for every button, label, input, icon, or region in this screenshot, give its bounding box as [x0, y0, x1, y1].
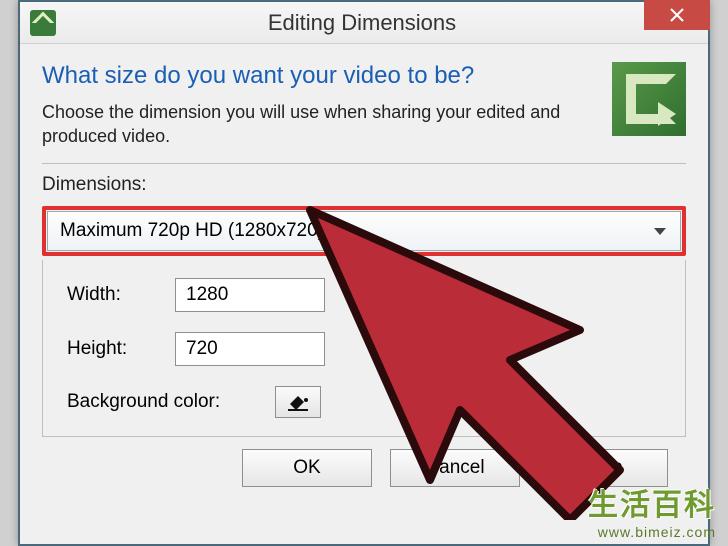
keep-aspect-group: ✔ Keep asp [383, 338, 495, 360]
width-input[interactable] [175, 278, 325, 312]
header-row: What size do you want your video to be? … [42, 58, 686, 149]
keep-aspect-label: Keep asp [415, 338, 495, 360]
cancel-button[interactable]: Cancel [390, 449, 520, 487]
heading-subtext: Choose the dimension you will use when s… [42, 100, 600, 149]
dimensions-selected-value: Maximum 720p HD (1280x720) [60, 220, 324, 242]
bgcolor-row: Background color: [67, 386, 667, 418]
separator [42, 163, 686, 164]
dimensions-dropdown[interactable]: Maximum 720p HD (1280x720) [47, 211, 681, 251]
titlebar: Editing Dimensions [20, 2, 708, 44]
height-label: Height: [67, 338, 157, 360]
heading-question: What size do you want your video to be? [42, 62, 600, 90]
dialog-button-row: OK Cancel Help [42, 437, 686, 487]
app-icon [30, 10, 56, 36]
window-title: Editing Dimensions [16, 10, 708, 36]
dialog-content: What size do you want your video to be? … [20, 44, 708, 497]
ok-button[interactable]: OK [242, 449, 372, 487]
header-text-block: What size do you want your video to be? … [42, 58, 600, 149]
bgcolor-picker-button[interactable] [275, 386, 321, 418]
paint-bucket-icon [286, 392, 310, 412]
camtasia-logo-icon [612, 62, 686, 136]
height-input[interactable] [175, 332, 325, 366]
dimensions-fields-group: Width: Height: ✔ Keep asp Background col… [42, 260, 686, 437]
dimensions-label: Dimensions: [42, 174, 686, 196]
height-row: Height: ✔ Keep asp [67, 332, 667, 366]
width-label: Width: [67, 284, 157, 306]
dialog-window: Editing Dimensions What size do you want… [18, 0, 710, 546]
bgcolor-label: Background color: [67, 391, 257, 413]
close-icon [670, 8, 684, 22]
width-row: Width: [67, 278, 667, 312]
close-button[interactable] [644, 0, 710, 30]
keep-aspect-checkbox[interactable]: ✔ [383, 338, 405, 360]
help-button[interactable]: Help [538, 449, 668, 487]
dimensions-combo-highlight: Maximum 720p HD (1280x720) [42, 206, 686, 256]
